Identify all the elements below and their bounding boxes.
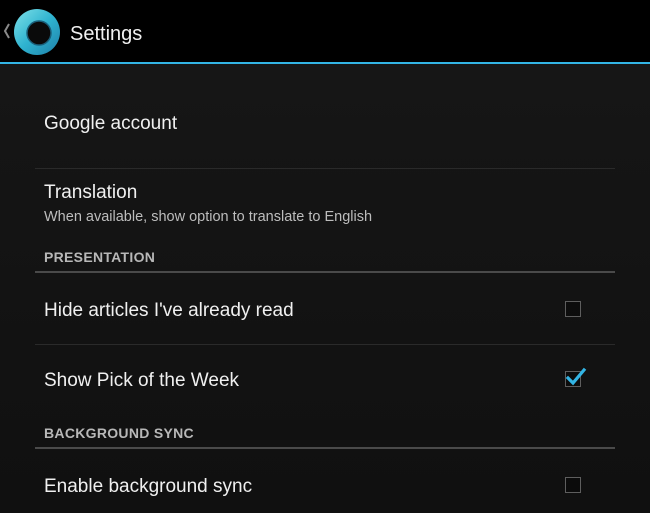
translation-summary: When available, show option to translate… <box>44 209 373 225</box>
settings-list: Google account Translation When availabl… <box>0 64 650 513</box>
pick-of-week-preference[interactable]: Show Pick of the Week <box>35 345 615 415</box>
translation-preference[interactable]: Translation When available, show option … <box>35 169 615 239</box>
chevron-left-icon[interactable] <box>3 22 11 40</box>
hide-read-articles-preference[interactable]: Hide articles I've already read <box>35 273 615 344</box>
action-bar: Settings <box>0 0 650 64</box>
page-title: Settings <box>70 23 143 45</box>
google-account-preference[interactable]: Google account <box>35 64 615 168</box>
enable-background-sync-title: Enable background sync <box>44 476 253 497</box>
enable-background-sync-checkbox[interactable] <box>565 477 581 493</box>
checkmark-icon <box>565 367 587 386</box>
presentation-category-header: PRESENTATION <box>44 249 156 265</box>
translation-title: Translation <box>44 182 138 203</box>
hide-read-articles-title: Hide articles I've already read <box>44 300 294 321</box>
ring-logo-icon[interactable] <box>13 8 61 56</box>
pick-of-week-title: Show Pick of the Week <box>44 370 240 391</box>
enable-background-sync-preference[interactable]: Enable background sync <box>35 449 615 513</box>
pick-of-week-checkbox[interactable] <box>565 367 587 387</box>
hide-read-articles-checkbox[interactable] <box>565 301 581 317</box>
google-account-title: Google account <box>44 113 178 134</box>
background-sync-category-header: BACKGROUND SYNC <box>44 425 194 441</box>
